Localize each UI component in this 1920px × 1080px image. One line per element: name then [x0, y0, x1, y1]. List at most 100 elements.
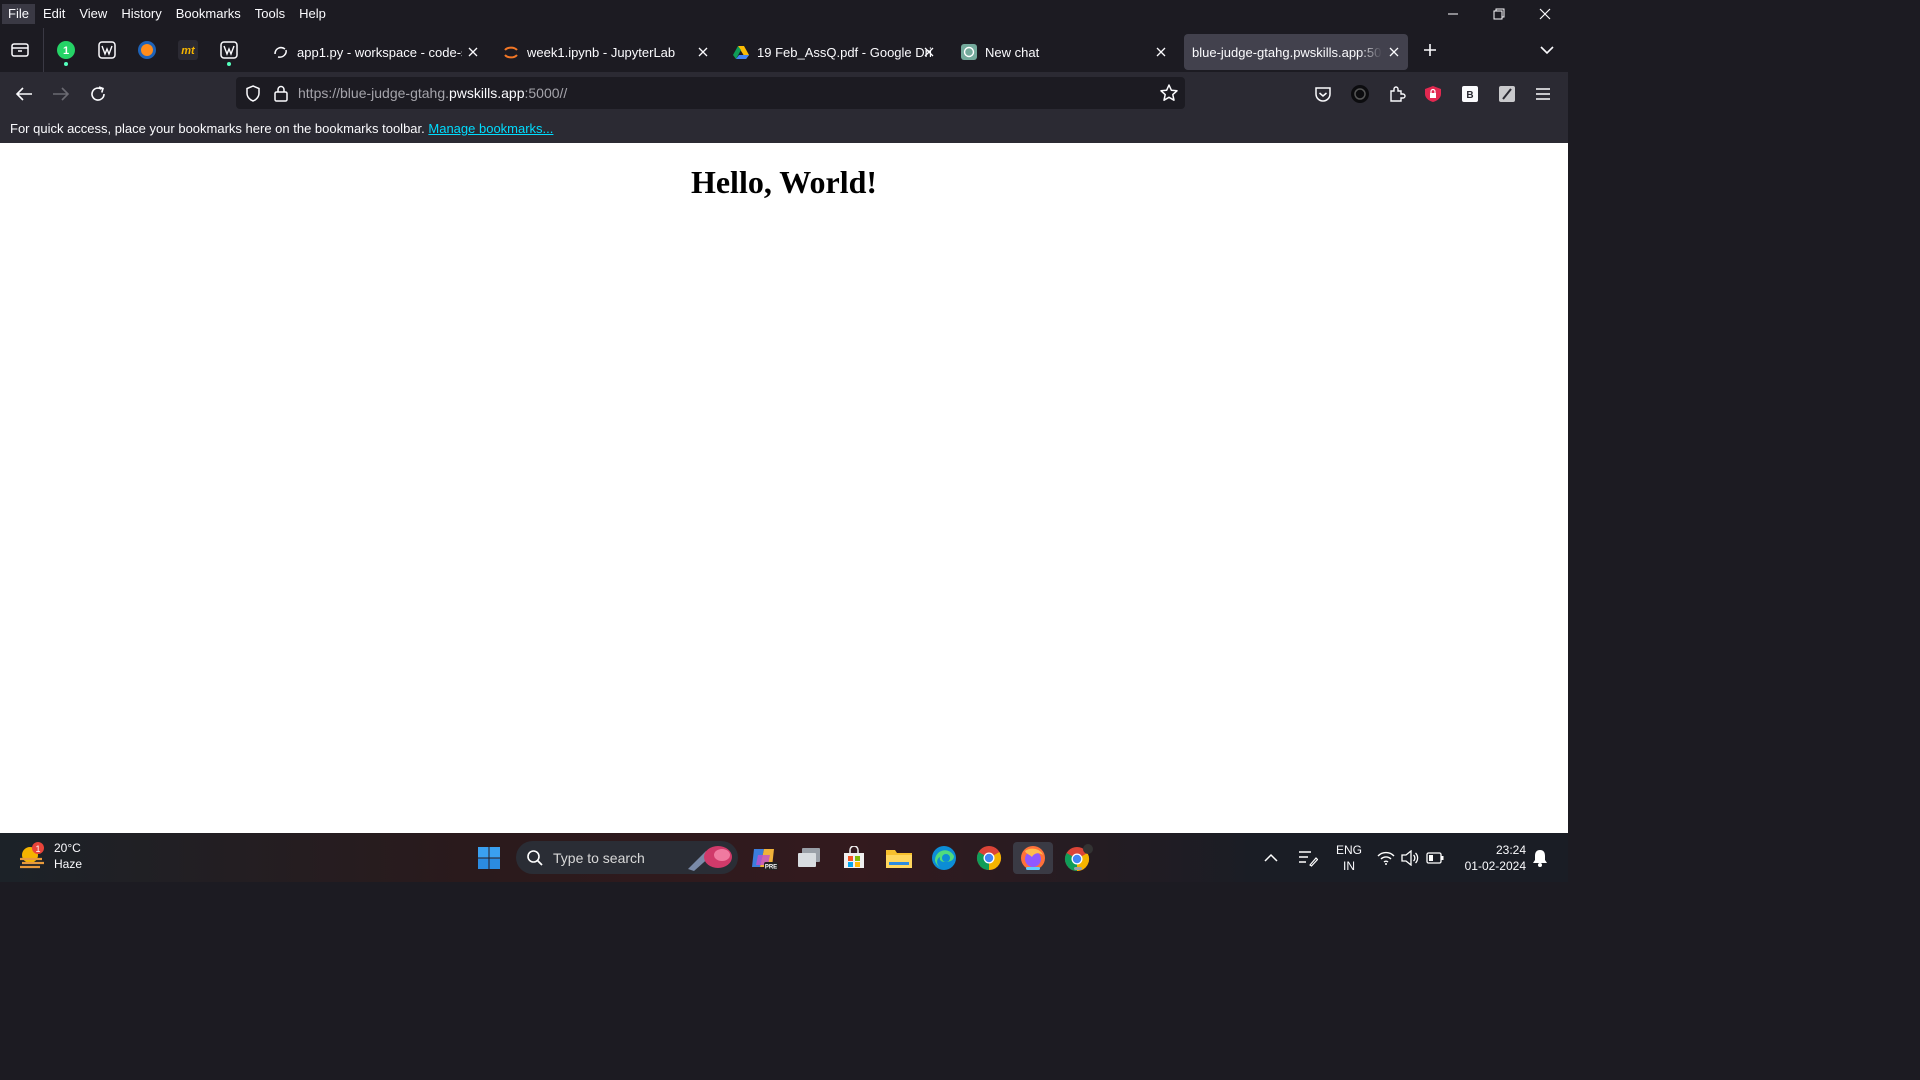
taskbar-chrome[interactable]: [973, 842, 1005, 874]
account-button[interactable]: [1348, 82, 1372, 106]
wifi-icon: [1377, 851, 1395, 865]
pinned-tab-mt[interactable]: mt: [176, 38, 200, 62]
wordpress-icon: [98, 41, 116, 59]
menu-bookmarks[interactable]: Bookmarks: [170, 4, 247, 24]
minimize-button[interactable]: [1430, 0, 1476, 28]
language-indicator[interactable]: ENG IN: [1334, 833, 1364, 882]
pocket-button[interactable]: [1311, 82, 1335, 106]
show-hidden-icons-button[interactable]: [1264, 833, 1278, 882]
tab-notification-dot: [64, 62, 68, 66]
clock[interactable]: 23:24 01-02-2024: [1458, 833, 1526, 882]
battery-icon: [1426, 851, 1444, 864]
search-placeholder: Type to search: [553, 849, 645, 866]
puzzle-icon: [1390, 86, 1406, 102]
battery-button[interactable]: [1426, 833, 1444, 882]
notifications-button[interactable]: [1532, 833, 1548, 882]
menu-file[interactable]: File: [2, 4, 35, 24]
red-lock-icon: [1425, 86, 1441, 102]
manage-bookmarks-link[interactable]: Manage bookmarks...: [428, 121, 553, 136]
close-tab-button[interactable]: [465, 44, 481, 60]
taskbar-copilot[interactable]: PRE: [748, 842, 780, 874]
tab-new-chat[interactable]: New chat: [953, 34, 1175, 70]
new-tab-button[interactable]: [1418, 38, 1442, 62]
pinned-tab-wordpress-2[interactable]: [217, 38, 241, 66]
extension-red-lock[interactable]: [1421, 82, 1445, 106]
jupyter-icon: [504, 46, 518, 59]
tab-bar: 1 mt app1.py - workspace - code-server w…: [0, 28, 1568, 72]
svg-text:PRE: PRE: [765, 865, 777, 871]
folder-icon: [886, 850, 912, 868]
close-icon: [1156, 47, 1166, 57]
speaker-icon: [1401, 849, 1419, 866]
mt-icon: mt: [178, 40, 198, 60]
close-icon: [1539, 8, 1551, 20]
taskbar-store[interactable]: [838, 842, 870, 874]
account-avatar-icon: [1351, 85, 1369, 103]
menu-tools[interactable]: Tools: [249, 4, 291, 24]
close-tab-button[interactable]: [1386, 44, 1402, 60]
taskbar-task-view[interactable]: [793, 842, 825, 874]
orange-circle-icon: [138, 41, 156, 59]
restore-button[interactable]: [1476, 0, 1522, 28]
extensions-button[interactable]: [1385, 82, 1409, 106]
firefox-view-button[interactable]: [8, 38, 32, 62]
volume-button[interactable]: [1401, 833, 1419, 882]
taskbar-chrome-profile[interactable]: [1063, 842, 1095, 874]
taskbar-edge[interactable]: [928, 842, 960, 874]
url-bar[interactable]: https://blue-judge-gtahg.pwskills.app:50…: [236, 77, 1185, 109]
close-tab-button[interactable]: [1153, 44, 1169, 60]
menu-edit[interactable]: Edit: [37, 4, 71, 24]
tab-active-app[interactable]: blue-judge-gtahg.pwskills.app:5000//: [1184, 34, 1408, 70]
menu-view[interactable]: View: [73, 4, 113, 24]
bell-icon: [1533, 849, 1547, 867]
list-all-tabs-button[interactable]: [1535, 38, 1559, 62]
reload-button[interactable]: [86, 82, 110, 106]
chevron-up-icon: [1264, 853, 1278, 862]
pinned-tab-whatsapp[interactable]: 1: [54, 38, 78, 66]
taskbar-file-explorer[interactable]: [883, 842, 915, 874]
close-icon: [924, 47, 934, 57]
extension-slash[interactable]: [1495, 82, 1519, 106]
close-tab-button[interactable]: [695, 44, 711, 60]
start-button[interactable]: [473, 842, 505, 874]
copilot-icon: PRE: [752, 849, 778, 871]
close-icon: [468, 47, 478, 57]
taskbar-firefox[interactable]: [1013, 842, 1053, 874]
app-menu-button[interactable]: [1531, 82, 1555, 106]
firefox-view-icon: [11, 43, 29, 57]
pinned-tab-orange[interactable]: [135, 38, 159, 62]
pen-tray-icon: [1299, 850, 1318, 867]
star-icon[interactable]: [1159, 83, 1179, 103]
back-button[interactable]: [12, 82, 36, 106]
pinned-tab-wordpress[interactable]: [95, 38, 119, 62]
tab-jupyterlab[interactable]: week1.ipynb - JupyterLab: [495, 34, 717, 70]
windows-taskbar: 1 20°C Haze Type to search PRE ENG IN 23…: [0, 833, 1568, 882]
hamburger-menu-icon: [1536, 88, 1550, 100]
weather-haze-icon: 1: [20, 842, 44, 869]
lock-icon: [274, 85, 288, 102]
forward-button[interactable]: [49, 82, 73, 106]
whatsapp-icon: 1: [57, 41, 75, 59]
svg-text:mt: mt: [181, 45, 196, 57]
tab-title: app1.py - workspace - code-server: [297, 44, 462, 60]
pen-menu-button[interactable]: [1298, 833, 1318, 882]
arrow-left-icon: [15, 87, 32, 101]
code-server-icon: [274, 46, 287, 58]
menu-help[interactable]: Help: [293, 4, 332, 24]
chevron-down-icon: [1540, 46, 1554, 55]
tab-code-server[interactable]: app1.py - workspace - code-server: [265, 34, 487, 70]
extension-b[interactable]: B: [1458, 82, 1482, 106]
close-tab-button[interactable]: [921, 44, 937, 60]
tab-google-drive[interactable]: 19 Feb_AssQ.pdf - Google Drive: [725, 34, 947, 70]
network-button[interactable]: [1377, 833, 1395, 882]
weather-temp: 20°C: [54, 841, 81, 855]
menu-history[interactable]: History: [115, 4, 167, 24]
weather-widget[interactable]: 1 20°C Haze: [18, 840, 82, 872]
google-drive-icon: [733, 45, 749, 59]
close-window-button[interactable]: [1522, 0, 1568, 28]
chatgpt-icon: [961, 44, 977, 60]
microsoft-store-icon: [844, 846, 864, 868]
taskbar-search[interactable]: Type to search: [516, 841, 738, 874]
minimize-icon: [1448, 13, 1458, 15]
plus-icon: [1424, 44, 1436, 56]
